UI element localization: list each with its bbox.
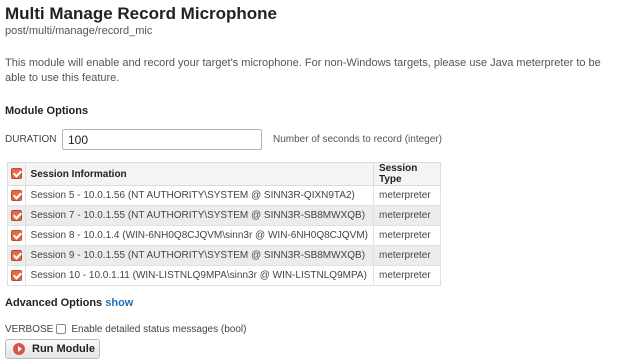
session-type: meterpreter xyxy=(373,185,441,206)
verbose-description: Enable detailed status messages (bool) xyxy=(71,323,247,335)
table-row[interactable]: Session 7 - 10.0.1.55 (NT AUTHORITY\SYST… xyxy=(7,205,441,226)
duration-input[interactable] xyxy=(62,129,262,150)
sessions-header-row: Session Information Session Type xyxy=(7,162,441,186)
select-all-checkbox-icon[interactable] xyxy=(10,168,22,180)
advanced-options-heading: Advanced Options show xyxy=(5,297,133,309)
session-info: Session 10 - 10.0.1.11 (WIN-LISTNLQ9MPA\… xyxy=(24,265,375,286)
sessions-table: Session Information Session Type Session… xyxy=(7,162,441,286)
row-checkbox-cell[interactable] xyxy=(7,245,26,266)
advanced-options-label: Advanced Options xyxy=(5,297,103,309)
duration-row: DURATION Number of seconds to record (in… xyxy=(5,129,442,150)
module-options-heading: Module Options xyxy=(5,105,89,117)
session-info: Session 7 - 10.0.1.55 (NT AUTHORITY\SYST… xyxy=(24,205,375,226)
verbose-row: VERBOSE Enable detailed status messages … xyxy=(5,322,246,336)
show-advanced-link[interactable]: show xyxy=(105,297,133,309)
run-module-icon xyxy=(13,343,25,355)
row-checkbox-icon[interactable] xyxy=(10,209,22,221)
verbose-label: VERBOSE xyxy=(5,323,54,335)
session-type: meterpreter xyxy=(373,265,441,286)
session-info-header: Session Information xyxy=(24,162,375,186)
page-title: Multi Manage Record Microphone xyxy=(5,4,278,23)
row-checkbox-icon[interactable] xyxy=(10,189,22,201)
duration-hint: Number of seconds to record (integer) xyxy=(273,134,442,145)
run-module-button[interactable]: Run Module xyxy=(5,339,100,359)
session-type: meterpreter xyxy=(373,205,441,226)
session-info: Session 8 - 10.0.1.4 (WIN-6NH0Q8CJQVM\si… xyxy=(24,225,375,246)
table-row[interactable]: Session 9 - 10.0.1.55 (NT AUTHORITY\SYST… xyxy=(7,245,441,266)
row-checkbox-cell[interactable] xyxy=(7,185,26,206)
session-info: Session 5 - 10.0.1.56 (NT AUTHORITY\SYST… xyxy=(24,185,375,206)
table-row[interactable]: Session 8 - 10.0.1.4 (WIN-6NH0Q8CJQVM\si… xyxy=(7,225,441,246)
session-type: meterpreter xyxy=(373,245,441,266)
row-checkbox-cell[interactable] xyxy=(7,265,26,286)
verbose-checkbox[interactable] xyxy=(56,324,67,334)
module-path: post/multi/manage/record_mic xyxy=(5,25,153,37)
session-type-header: Session Type xyxy=(373,162,441,186)
select-all-cell[interactable] xyxy=(7,162,26,186)
duration-label: DURATION xyxy=(5,134,57,145)
session-type: meterpreter xyxy=(373,225,441,246)
row-checkbox-icon[interactable] xyxy=(10,269,22,281)
row-checkbox-icon[interactable] xyxy=(10,249,22,261)
table-row[interactable]: Session 10 - 10.0.1.11 (WIN-LISTNLQ9MPA\… xyxy=(7,265,441,286)
row-checkbox-cell[interactable] xyxy=(7,225,26,246)
module-description: This module will enable and record your … xyxy=(5,57,601,84)
table-row[interactable]: Session 5 - 10.0.1.56 (NT AUTHORITY\SYST… xyxy=(7,185,441,206)
session-info: Session 9 - 10.0.1.55 (NT AUTHORITY\SYST… xyxy=(24,245,375,266)
row-checkbox-icon[interactable] xyxy=(10,229,22,241)
run-module-label: Run Module xyxy=(32,343,95,355)
row-checkbox-cell[interactable] xyxy=(7,205,26,226)
